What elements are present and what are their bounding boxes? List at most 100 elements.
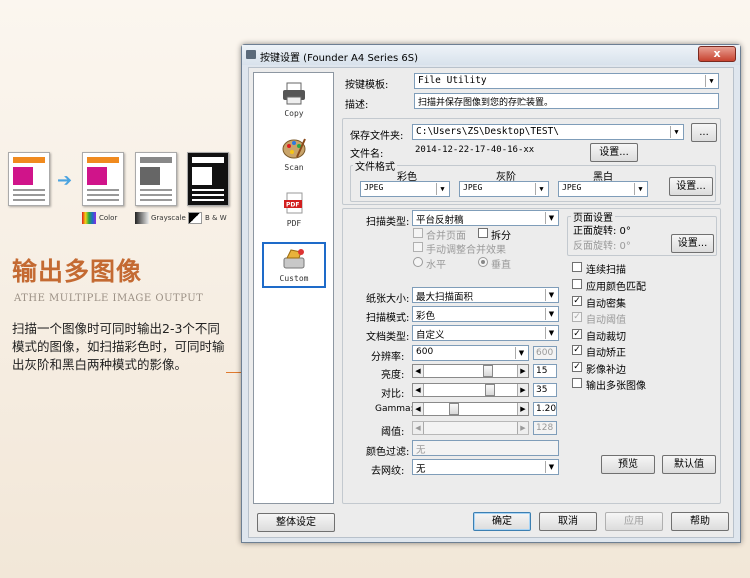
legend-bw-swatch <box>188 212 202 224</box>
arrow-left-icon: ◀ <box>413 422 424 434</box>
sample-original-thumb <box>8 152 50 206</box>
doc-type-label: 文档类型: <box>366 332 410 343</box>
resolution-value: 600 <box>416 347 434 357</box>
contrast-slider-thumb[interactable] <box>485 384 495 396</box>
function-sidebar: Copy Scan PDF PDF Custom <box>253 72 334 504</box>
gamma-slider[interactable]: ◀ ▶ <box>412 402 529 416</box>
preview-button[interactable]: 预览 <box>601 455 655 474</box>
palette-icon <box>282 138 306 159</box>
legend-bw-label: B & W <box>205 214 227 222</box>
scan-type-select[interactable]: 平台反射稿 ▼ <box>412 210 559 226</box>
save-folder-select[interactable]: C:\Users\ZS\Desktop\TEST\ ▼ <box>412 124 684 140</box>
format-settings-button[interactable]: 设置... <box>669 177 713 196</box>
defaults-button[interactable]: 默认值 <box>662 455 716 474</box>
apply-button[interactable]: 应用 <box>605 512 663 531</box>
help-button[interactable]: 帮助 <box>671 512 729 531</box>
option-label: 自动裁切 <box>586 332 626 343</box>
format-bw-select[interactable]: JPEG ▼ <box>558 181 648 197</box>
contrast-slider[interactable]: ◀ ▶ <box>412 383 529 397</box>
vertical-label: 垂直 <box>491 260 511 271</box>
page-settings-button[interactable]: 设置... <box>671 234 714 253</box>
doc-type-value: 自定义 <box>416 330 445 341</box>
color-filter-select[interactable]: 无 <box>412 440 559 456</box>
template-select[interactable]: File Utility ▼ <box>414 73 719 89</box>
option-checkbox[interactable] <box>572 262 582 272</box>
format-gray-value: JPEG <box>463 183 483 192</box>
scan-mode-label: 扫描模式: <box>366 313 410 324</box>
close-button[interactable]: x <box>698 46 736 62</box>
filename-field[interactable]: 2014-12-22-17-40-16-xx <box>412 144 582 160</box>
format-color-select[interactable]: JPEG ▼ <box>360 181 450 197</box>
global-settings-button[interactable]: 整体设定 <box>257 513 335 532</box>
description-field[interactable]: 扫描并保存图像到您的存贮装置。 <box>414 93 719 109</box>
manual-merge-checkbox[interactable] <box>413 242 423 252</box>
chevron-down-icon: ▼ <box>705 75 717 87</box>
filename-settings-button[interactable]: 设置... <box>590 143 638 162</box>
chevron-down-icon: ▼ <box>545 327 557 339</box>
format-bw-value: JPEG <box>562 183 582 192</box>
descreen-label: 去网纹: <box>371 466 405 477</box>
contrast-value[interactable]: 35 <box>533 383 557 397</box>
option-checkbox[interactable]: ✓ <box>572 312 582 322</box>
chevron-down-icon: ▼ <box>535 183 547 195</box>
brightness-slider[interactable]: ◀ ▶ <box>412 364 529 378</box>
chevron-down-icon: ▼ <box>545 308 557 320</box>
descreen-value: 无 <box>416 464 426 475</box>
threshold-label: 阈值: <box>381 427 405 438</box>
option-label: 自动矫正 <box>586 348 626 359</box>
sidebar-item-custom[interactable]: Custom <box>262 242 326 288</box>
resolution-secondary-field: 600 <box>533 346 557 360</box>
front-rotate-label: 正面旋转: 0° <box>573 226 631 237</box>
option-checkbox[interactable]: ✓ <box>572 296 582 306</box>
sidebar-item-label: PDF <box>286 219 302 228</box>
sidebar-item-pdf[interactable]: PDF PDF <box>264 191 324 239</box>
paper-size-value: 最大扫描面积 <box>416 292 474 303</box>
vertical-radio[interactable] <box>478 257 488 267</box>
save-folder-label: 保存文件夹: <box>350 131 404 142</box>
brightness-value[interactable]: 15 <box>533 364 557 378</box>
gamma-slider-thumb[interactable] <box>449 403 459 415</box>
option-checkbox[interactable] <box>572 279 582 289</box>
scan-mode-select[interactable]: 彩色 ▼ <box>412 306 559 322</box>
contrast-label: 对比: <box>381 389 405 400</box>
cancel-button[interactable]: 取消 <box>539 512 597 531</box>
sample-bw-thumb <box>187 152 229 206</box>
option-label: 输出多张图像 <box>586 381 646 392</box>
format-color-value: JPEG <box>364 183 384 192</box>
paper-size-label: 纸张大小: <box>366 294 410 305</box>
title-bar: 按键设置 (Founder A4 Series 6S) x <box>242 45 740 65</box>
color-filter-value: 无 <box>416 445 426 456</box>
brightness-label: 亮度: <box>381 370 405 381</box>
promo-body: 扫描一个图像时可同时输出2-3个不同模式的图像，如扫描彩色时，可同时输出灰阶和黑… <box>12 321 225 372</box>
option-checkbox[interactable]: ✓ <box>572 345 582 355</box>
sidebar-item-scan[interactable]: Scan <box>264 135 324 183</box>
descreen-select[interactable]: 无 ▼ <box>412 459 559 475</box>
format-gray-select[interactable]: JPEG ▼ <box>459 181 549 197</box>
paper-size-select[interactable]: 最大扫描面积 ▼ <box>412 287 559 303</box>
option-label: 自动密集 <box>586 299 626 310</box>
resolution-select[interactable]: 600 ▼ <box>412 345 529 361</box>
horizontal-radio[interactable] <box>413 257 423 267</box>
option-checkbox[interactable]: ✓ <box>572 362 582 372</box>
sidebar-item-copy[interactable]: Copy <box>264 81 324 129</box>
scan-type-label: 扫描类型: <box>366 217 410 228</box>
option-checkbox[interactable]: ✓ <box>572 329 582 339</box>
option-checkbox[interactable] <box>572 378 582 388</box>
resolution-label: 分辨率: <box>371 352 405 363</box>
doc-type-select[interactable]: 自定义 ▼ <box>412 325 559 341</box>
merge-pages-checkbox[interactable] <box>413 228 423 238</box>
split-checkbox[interactable] <box>478 228 488 238</box>
option-label: 自动阈值 <box>586 315 626 326</box>
browse-button[interactable]: ... <box>691 123 717 142</box>
window-title: 按键设置 (Founder A4 Series 6S) <box>260 53 418 64</box>
threshold-slider[interactable]: ◀ ▶ <box>412 421 529 435</box>
svg-text:PDF: PDF <box>286 202 299 209</box>
chevron-down-icon: ▼ <box>634 183 646 195</box>
template-label: 按键模板: <box>345 80 389 91</box>
threshold-value[interactable]: 128 <box>533 421 557 435</box>
brightness-slider-thumb[interactable] <box>483 365 493 377</box>
arrow-left-icon: ◀ <box>413 384 424 396</box>
legend-grayscale-swatch <box>135 212 149 224</box>
ok-button[interactable]: 确定 <box>473 512 531 531</box>
gamma-value[interactable]: 1.20 <box>533 402 557 416</box>
